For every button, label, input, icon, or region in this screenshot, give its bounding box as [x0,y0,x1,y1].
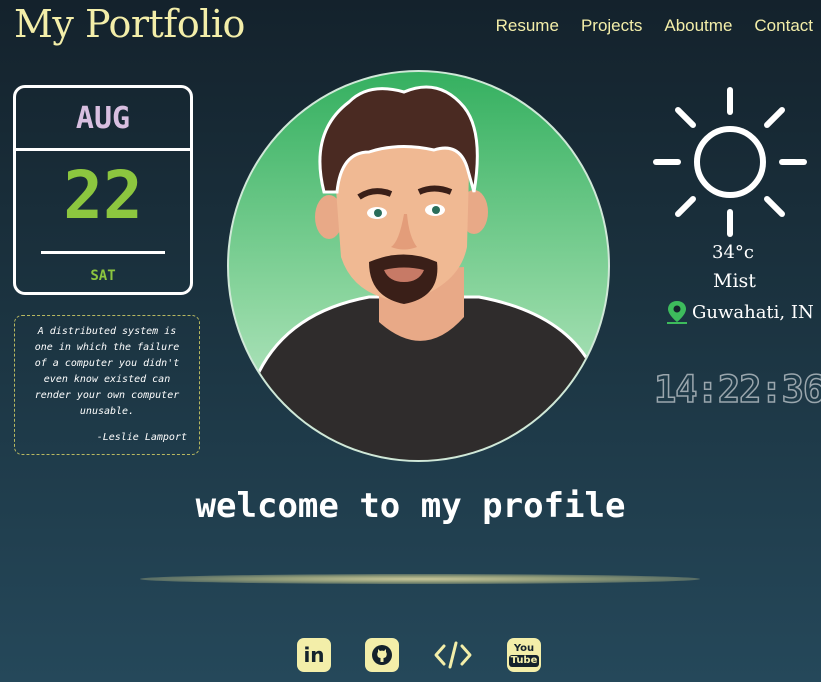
main-nav: Resume Projects Aboutme Contact [496,16,813,36]
calendar-month: AUG [16,88,190,151]
quote-text: A distributed system is one in which the… [34,326,180,417]
code-icon[interactable] [433,638,473,672]
youtube-icon[interactable]: You Tube [507,638,541,672]
site-logo[interactable]: My Portfolio [14,2,245,46]
weather-location: Guwahati, IN [666,300,814,324]
linkedin-label: in [303,643,325,667]
quote-author: -Leslie Lamport [96,432,187,443]
calendar-weekday: SAT [90,268,116,284]
location-text: Guwahati, IN [692,301,814,323]
avatar-illustration [229,85,608,460]
weather-condition: Mist [713,270,756,292]
github-icon[interactable] [365,638,399,672]
digital-clock: 14:22:36 [653,367,821,412]
calendar-day: 22 [63,157,143,234]
github-glyph [372,645,392,665]
nav-contact[interactable]: Contact [754,16,813,36]
social-links: in You Tube [297,638,541,672]
profile-avatar [227,70,610,462]
glow-divider [140,574,700,584]
calendar-widget: AUG 22 SAT [13,85,193,295]
map-pin-icon [667,301,687,324]
weather-temperature: 34°c [712,242,754,263]
youtube-label-bottom: Tube [508,654,540,667]
sun-icon [653,87,807,237]
welcome-heading: welcome to my profile [195,486,626,526]
quote-box: A distributed system is one in which the… [14,315,200,455]
code-glyph [434,641,472,669]
nav-resume[interactable]: Resume [496,16,559,36]
calendar-divider [41,251,165,254]
nav-aboutme[interactable]: Aboutme [664,16,732,36]
youtube-label-top: You [513,642,535,654]
linkedin-icon[interactable]: in [297,638,331,672]
nav-projects[interactable]: Projects [581,16,642,36]
